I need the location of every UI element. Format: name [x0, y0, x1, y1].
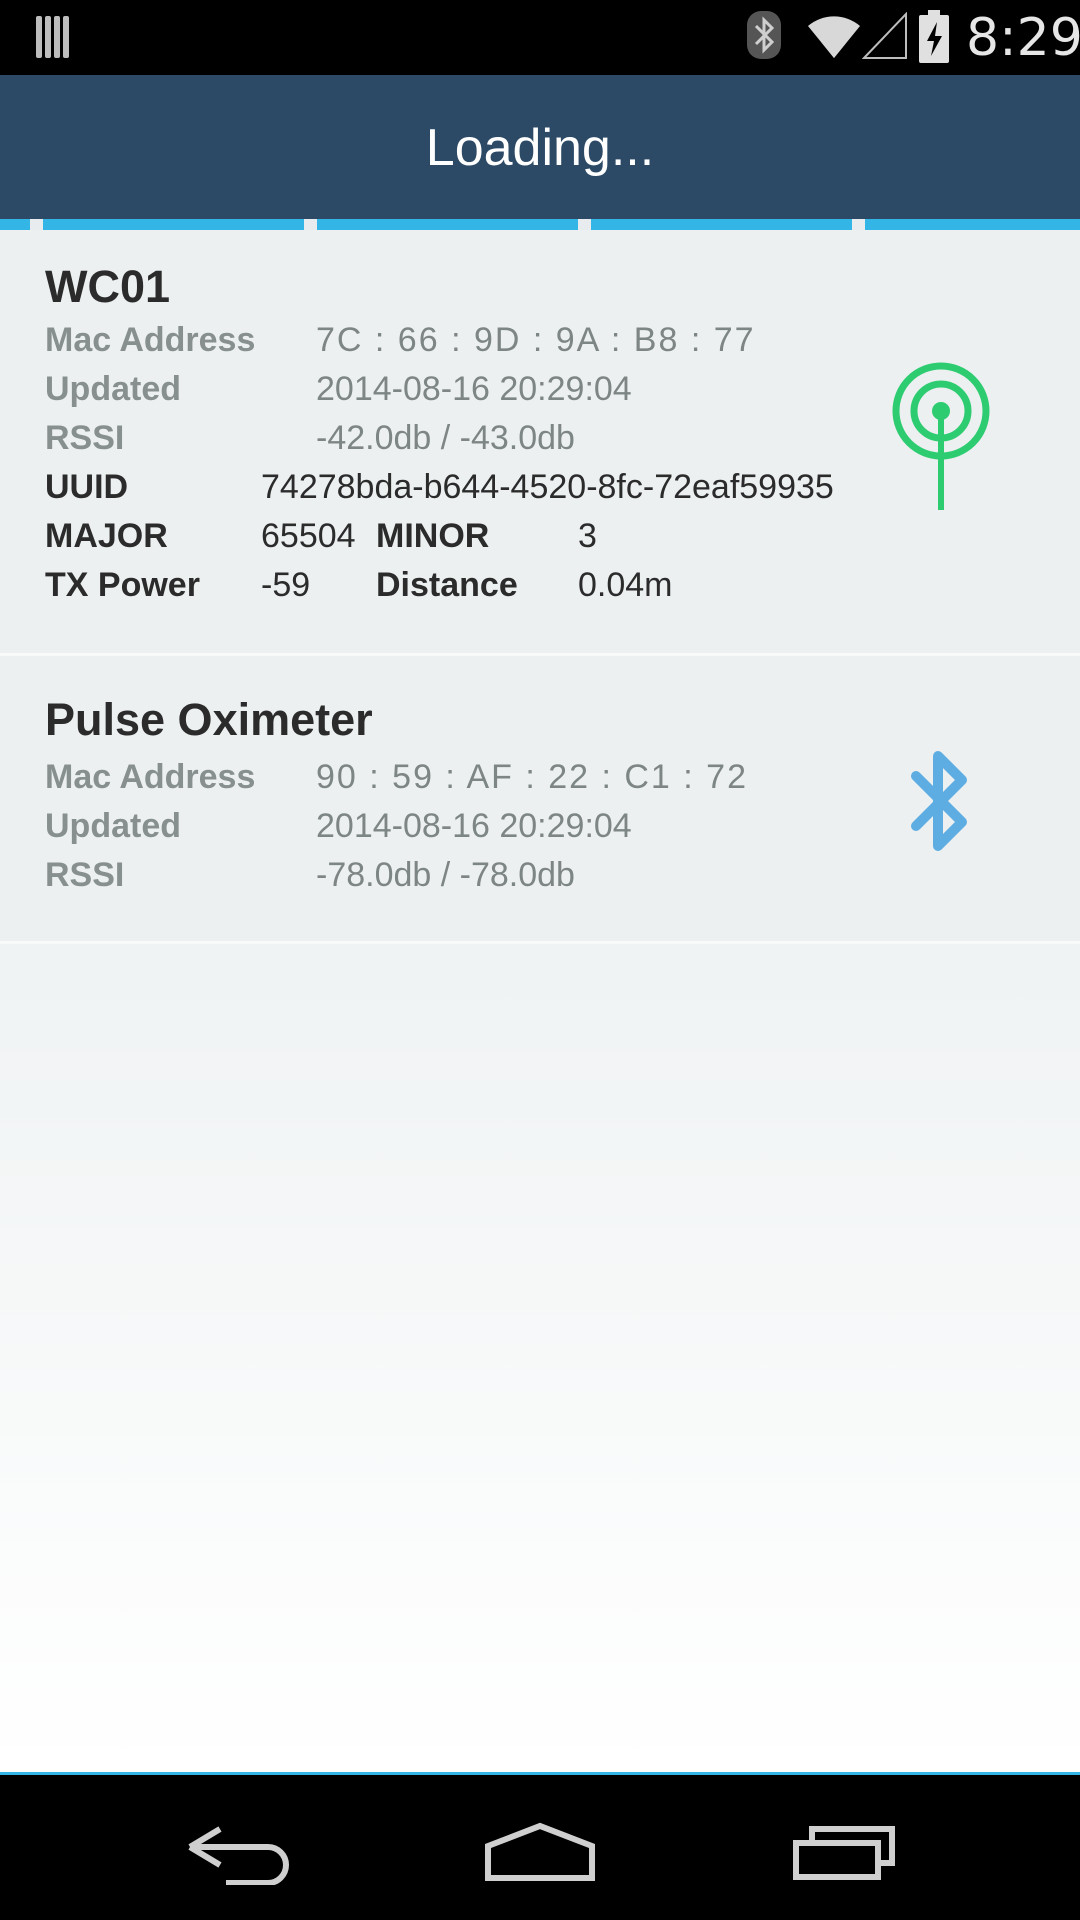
uuid-row: UUID 74278bda-b644-4520-8fc-72eaf59935	[45, 465, 834, 509]
progress-segment	[317, 219, 578, 230]
uuid-label: UUID	[45, 468, 129, 506]
bluetooth-icon	[908, 746, 974, 861]
mac-address-label: Mac Address	[45, 758, 256, 796]
updated-value: 2014-08-16 20:29:04	[316, 370, 632, 408]
rssi-row: RSSI -42.0db / -43.0db	[45, 416, 575, 460]
rssi-value: -78.0db / -78.0db	[316, 856, 575, 894]
navigation-bar	[0, 1775, 1080, 1920]
major-label: MAJOR	[45, 517, 168, 555]
bluetooth-status-icon	[746, 10, 782, 65]
progress-segment	[0, 219, 30, 230]
mac-address-value: 7C : 66 : 9D : 9A : B8 : 77	[316, 321, 756, 359]
device-list[interactable]: WC01 Mac Address 7C : 66 : 9D : 9A : B8 …	[0, 230, 1080, 1772]
progress-segment	[865, 219, 1080, 230]
cell-signal-icon	[861, 11, 908, 65]
updated-label: Updated	[45, 807, 181, 845]
home-icon[interactable]	[484, 1822, 596, 1887]
beacon-antenna-icon	[890, 360, 992, 517]
notification-icon	[36, 14, 72, 65]
page-title: Loading...	[425, 119, 655, 177]
updated-row: Updated 2014-08-16 20:29:04	[45, 804, 632, 848]
tx-power-label: TX Power	[45, 566, 200, 604]
battery-charging-icon	[918, 10, 950, 69]
major-minor-row: MAJOR 65504 MINOR 3	[45, 514, 945, 558]
mac-address-label: Mac Address	[45, 321, 256, 359]
rssi-label: RSSI	[45, 856, 125, 894]
status-clock: 8:29	[966, 8, 1080, 68]
updated-label: Updated	[45, 370, 181, 408]
list-item-device[interactable]: WC01 Mac Address 7C : 66 : 9D : 9A : B8 …	[0, 230, 1080, 656]
mac-address-row: Mac Address 90 : 59 : AF : 22 : C1 : 72	[45, 755, 746, 799]
action-bar: Loading...	[0, 75, 1080, 219]
uuid-value: 74278bda-b644-4520-8fc-72eaf59935	[261, 468, 834, 506]
progress-segment	[43, 219, 304, 230]
device-name: WC01	[45, 261, 171, 312]
mac-address-value: 90 : 59 : AF : 22 : C1 : 72	[316, 758, 749, 796]
distance-label: Distance	[376, 566, 518, 604]
status-bar: 8:29	[0, 0, 1080, 75]
rssi-value: -42.0db / -43.0db	[316, 419, 575, 457]
loading-progress-indicator	[0, 219, 1080, 230]
mac-address-row: Mac Address 7C : 66 : 9D : 9A : B8 : 77	[45, 318, 754, 362]
minor-value: 3	[578, 517, 597, 555]
minor-label: MINOR	[376, 517, 490, 555]
rssi-row: RSSI -78.0db / -78.0db	[45, 853, 575, 897]
distance-value: 0.04m	[578, 566, 673, 604]
tx-distance-row: TX Power -59 Distance 0.04m	[45, 563, 945, 607]
recents-icon[interactable]	[792, 1825, 896, 1886]
updated-value: 2014-08-16 20:29:04	[316, 807, 632, 845]
tx-power-value: -59	[261, 566, 311, 604]
rssi-label: RSSI	[45, 419, 125, 457]
wifi-icon	[806, 12, 862, 65]
list-item-device[interactable]: Pulse Oximeter Mac Address 90 : 59 : AF …	[0, 656, 1080, 944]
back-icon[interactable]	[186, 1825, 292, 1890]
major-value: 65504	[261, 517, 356, 555]
device-name: Pulse Oximeter	[45, 694, 373, 745]
progress-segment	[591, 219, 852, 230]
updated-row: Updated 2014-08-16 20:29:04	[45, 367, 632, 411]
